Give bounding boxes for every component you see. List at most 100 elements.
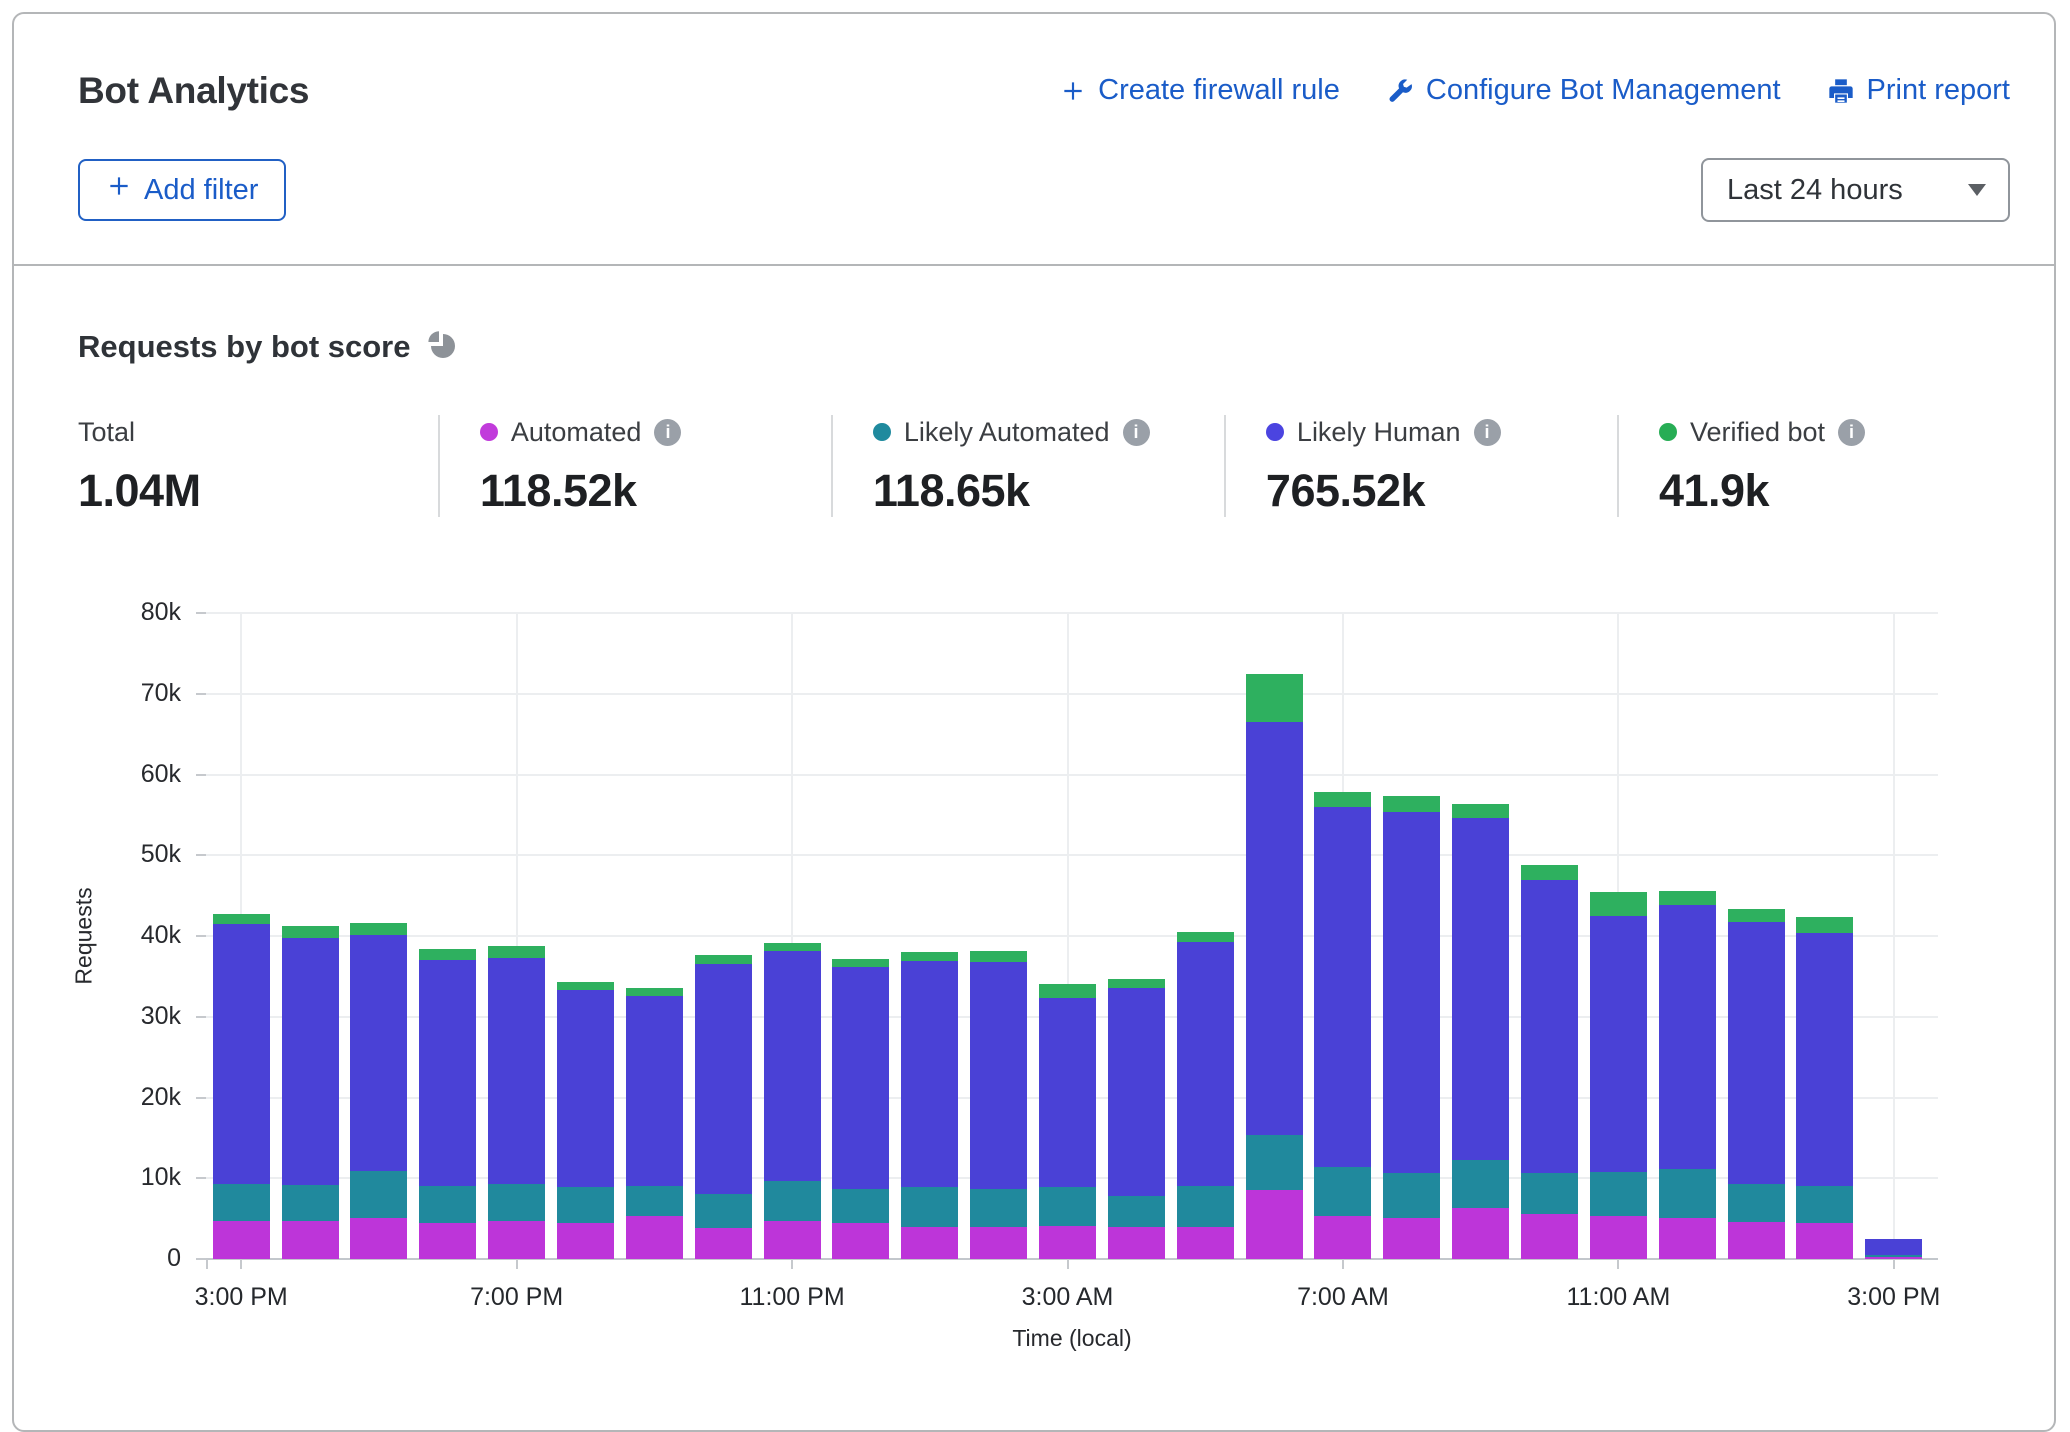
- stat-value: 41.9k: [1659, 465, 2010, 517]
- bar-hour-19[interactable]: [1521, 865, 1578, 1259]
- bar-hour-0[interactable]: [213, 914, 270, 1259]
- bar-hour-1[interactable]: [282, 926, 339, 1259]
- bar-hour-8[interactable]: [764, 943, 821, 1259]
- bar-segment-likely-human: [419, 960, 476, 1186]
- bar-segment-verified-bot: [1659, 891, 1716, 906]
- bar-hour-13[interactable]: [1108, 979, 1165, 1259]
- info-icon[interactable]: i: [1474, 419, 1501, 446]
- bar-hour-5[interactable]: [557, 982, 614, 1259]
- x-tick-label: 11:00 PM: [692, 1283, 892, 1312]
- bar-segment-automated: [1590, 1216, 1647, 1259]
- bar-segment-verified-bot: [1728, 909, 1785, 922]
- bar-segment-verified-bot: [350, 923, 407, 935]
- bar-segment-likely-human: [1521, 880, 1578, 1172]
- bar-segment-likely-automated: [626, 1186, 683, 1217]
- bar-segment-likely-human: [1177, 942, 1234, 1186]
- bar-segment-automated: [1314, 1216, 1371, 1259]
- x-tick-mark: [240, 1259, 242, 1269]
- gridline: [206, 612, 1938, 614]
- bar-segment-verified-bot: [557, 982, 614, 990]
- y-tick-label: 60k: [0, 760, 181, 789]
- legend-dot-automated: [480, 423, 498, 441]
- action-label: Print report: [1867, 74, 2010, 107]
- time-range-dropdown[interactable]: Last 24 hours: [1701, 158, 2010, 222]
- bar-hour-14[interactable]: [1177, 932, 1234, 1259]
- bar-hour-18[interactable]: [1452, 804, 1509, 1259]
- stat-automated: Automated i 118.52k: [438, 415, 831, 517]
- bar-segment-likely-automated: [1796, 1186, 1853, 1222]
- stat-likely-automated: Likely Automated i 118.65k: [831, 415, 1224, 517]
- x-tick-label: 11:00 AM: [1518, 1283, 1718, 1312]
- bar-segment-likely-human: [213, 924, 270, 1184]
- bar-segment-automated: [488, 1221, 545, 1259]
- bar-hour-9[interactable]: [832, 959, 889, 1259]
- bar-segment-likely-human: [1728, 922, 1785, 1184]
- chevron-down-icon: [1968, 184, 1986, 196]
- bar-hour-21[interactable]: [1659, 891, 1716, 1259]
- bar-hour-11[interactable]: [970, 951, 1027, 1259]
- legend-dot-verified-bot: [1659, 423, 1677, 441]
- bar-segment-likely-automated: [1659, 1169, 1716, 1217]
- bar-hour-7[interactable]: [695, 955, 752, 1259]
- x-tick-mark: [206, 1259, 208, 1269]
- pie-chart-icon[interactable]: [426, 328, 458, 365]
- x-axis-title: Time (local): [1012, 1325, 1131, 1352]
- bar-segment-likely-human: [1452, 818, 1509, 1160]
- bar-segment-automated: [1521, 1214, 1578, 1259]
- time-range-value: Last 24 hours: [1727, 174, 1903, 207]
- bar-hour-2[interactable]: [350, 923, 407, 1259]
- print-report-link[interactable]: Print report: [1827, 74, 2010, 107]
- x-tick-mark: [1893, 1259, 1895, 1269]
- bar-segment-verified-bot: [901, 952, 958, 961]
- bar-hour-15[interactable]: [1246, 674, 1303, 1259]
- info-icon[interactable]: i: [1838, 419, 1865, 446]
- bar-segment-automated: [970, 1227, 1027, 1259]
- bar-hour-24[interactable]: [1865, 1239, 1922, 1259]
- bar-segment-likely-automated: [1452, 1160, 1509, 1208]
- x-tick-label: 3:00 AM: [968, 1283, 1168, 1312]
- bar-hour-3[interactable]: [419, 949, 476, 1259]
- bar-segment-likely-automated: [970, 1189, 1027, 1227]
- bar-hour-12[interactable]: [1039, 984, 1096, 1259]
- bar-hour-23[interactable]: [1796, 917, 1853, 1259]
- x-tick-label: 7:00 PM: [417, 1283, 617, 1312]
- action-label: Create firewall rule: [1098, 74, 1340, 107]
- plot-area: 010k20k30k40k50k60k70k80k3:00 PM7:00 PM1…: [206, 613, 1938, 1259]
- y-tick-label: 10k: [0, 1163, 181, 1192]
- bar-hour-20[interactable]: [1590, 892, 1647, 1259]
- bar-hour-22[interactable]: [1728, 909, 1785, 1259]
- plus-icon: [106, 173, 132, 207]
- bar-segment-verified-bot: [1521, 865, 1578, 880]
- bar-segment-likely-automated: [1177, 1186, 1234, 1226]
- bar-segment-likely-automated: [419, 1186, 476, 1223]
- info-icon[interactable]: i: [1123, 419, 1150, 446]
- bar-hour-17[interactable]: [1383, 796, 1440, 1259]
- bar-segment-verified-bot: [1108, 979, 1165, 988]
- requests-section: Requests by bot score Total 1.04M Automa…: [14, 266, 2054, 1383]
- y-tick-mark: [196, 612, 206, 614]
- info-icon[interactable]: i: [654, 419, 681, 446]
- bar-segment-automated: [1865, 1257, 1922, 1259]
- bar-segment-automated: [626, 1216, 683, 1259]
- bar-hour-10[interactable]: [901, 952, 958, 1259]
- bar-hour-6[interactable]: [626, 988, 683, 1259]
- bar-hour-16[interactable]: [1314, 792, 1371, 1259]
- bar-segment-likely-automated: [1383, 1173, 1440, 1217]
- page-title: Bot Analytics: [78, 70, 309, 112]
- stat-value: 765.52k: [1266, 465, 1617, 517]
- configure-bot-management-link[interactable]: Configure Bot Management: [1386, 74, 1781, 107]
- add-filter-button[interactable]: Add filter: [78, 159, 286, 221]
- stat-label: Likely Automated: [904, 417, 1110, 448]
- bar-segment-likely-human: [1108, 988, 1165, 1196]
- bar-hour-4[interactable]: [488, 946, 545, 1259]
- create-firewall-rule-link[interactable]: Create firewall rule: [1060, 74, 1340, 107]
- bar-segment-verified-bot: [1452, 804, 1509, 819]
- bar-segment-automated: [419, 1223, 476, 1259]
- gridline: [206, 854, 1938, 856]
- bar-segment-likely-human: [832, 967, 889, 1188]
- bar-segment-automated: [1108, 1227, 1165, 1259]
- y-tick-label: 20k: [0, 1083, 181, 1112]
- y-tick-label: 80k: [0, 598, 181, 627]
- x-tick-label: 3:00 PM: [1794, 1283, 1994, 1312]
- bar-segment-likely-human: [1865, 1239, 1922, 1254]
